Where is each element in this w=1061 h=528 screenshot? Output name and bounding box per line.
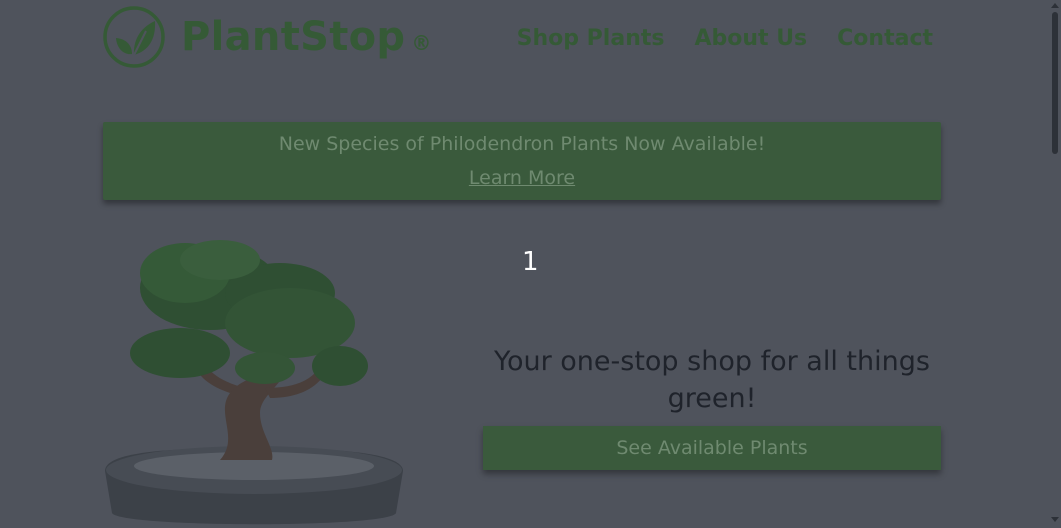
scroll-down-arrow-icon[interactable] bbox=[1051, 517, 1059, 522]
scroll-up-arrow-icon[interactable] bbox=[1051, 3, 1059, 8]
scrollbar[interactable] bbox=[1049, 0, 1061, 525]
nav-contact[interactable]: Contact bbox=[837, 26, 933, 51]
hero-tagline: Your one-stop shop for all things green! bbox=[494, 346, 930, 414]
see-available-plants-button[interactable]: See Available Plants bbox=[483, 426, 941, 470]
banner-title: New Species of Philodendron Plants Now A… bbox=[278, 133, 766, 155]
leaf-logo-icon bbox=[103, 6, 165, 68]
scrollbar-thumb[interactable] bbox=[1052, 12, 1058, 154]
learn-more-link[interactable]: Learn More bbox=[469, 167, 575, 189]
registered-mark: ® bbox=[411, 31, 432, 55]
site-header: PlantStop ® Shop Plants About Us Contact bbox=[103, 6, 933, 72]
slide-number: 1 bbox=[522, 247, 539, 277]
main-nav: Shop Plants About Us Contact bbox=[517, 26, 933, 51]
nav-about-us[interactable]: About Us bbox=[694, 26, 807, 51]
announcement-banner: New Species of Philodendron Plants Now A… bbox=[103, 122, 941, 200]
brand-name: PlantStop bbox=[181, 14, 406, 60]
bonsai-tree-illustration bbox=[105, 240, 403, 525]
nav-shop-plants[interactable]: Shop Plants bbox=[517, 26, 665, 51]
logo[interactable]: PlantStop ® bbox=[103, 6, 431, 68]
